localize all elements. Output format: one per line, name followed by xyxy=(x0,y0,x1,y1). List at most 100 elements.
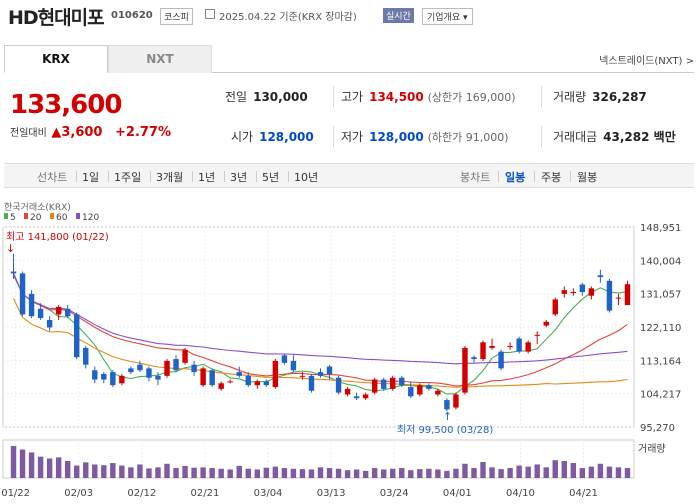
high-annotation: 최고 141,800 (01/22) xyxy=(6,231,109,243)
legend-label-60: 60 xyxy=(56,213,68,223)
candle-body xyxy=(227,381,233,383)
ma-line-120 xyxy=(13,274,628,365)
candle-body xyxy=(408,387,414,397)
high-arrow-icon: ↓ xyxy=(6,242,15,255)
candle-body xyxy=(101,373,107,380)
candle-body xyxy=(74,314,80,358)
x-tick-label: 03/24 xyxy=(380,488,409,499)
candle-body xyxy=(371,379,378,393)
candle-body xyxy=(570,292,577,294)
candle-body xyxy=(146,368,152,378)
candle-body xyxy=(155,375,161,380)
candle-body xyxy=(164,360,170,376)
candle-body xyxy=(399,377,405,386)
candle-body xyxy=(498,351,504,369)
candle-body xyxy=(380,379,387,389)
candle-body xyxy=(272,360,279,388)
candle-body xyxy=(353,396,360,399)
legend-swatch-120 xyxy=(76,213,80,219)
legend-swatch-20 xyxy=(24,213,28,219)
volume-bar xyxy=(92,464,98,478)
volume-bar xyxy=(371,468,378,478)
candle-body xyxy=(182,349,188,363)
volume-bar xyxy=(209,468,215,478)
candle-body xyxy=(335,377,342,393)
volume-bar xyxy=(128,467,134,478)
candle-body xyxy=(299,375,306,377)
volume-bar xyxy=(64,460,71,478)
candle-body xyxy=(290,360,297,371)
candle-body xyxy=(55,306,62,315)
volume-bar xyxy=(335,468,342,478)
volume-bar xyxy=(525,466,531,478)
volume-bar xyxy=(55,457,62,478)
candle-body xyxy=(218,383,224,389)
candle-body xyxy=(543,321,549,326)
candle-body xyxy=(426,385,432,389)
volume-bar xyxy=(453,468,459,478)
volume-bar xyxy=(408,470,414,478)
volume-bar xyxy=(624,468,631,478)
volume-bar xyxy=(543,467,549,478)
candle-body xyxy=(516,338,522,352)
volume-bar xyxy=(290,468,297,478)
volume-bar xyxy=(10,446,17,478)
y-tick-label: 148,951 xyxy=(640,223,681,234)
volume-bar xyxy=(146,468,152,478)
volume-bar xyxy=(46,458,53,478)
candle-body xyxy=(19,273,26,315)
volume-bar xyxy=(489,467,495,478)
volume-bar xyxy=(245,468,251,478)
x-tick-label: 04/01 xyxy=(443,488,472,499)
volume-bar xyxy=(173,468,179,478)
y-tick-label: 95,270 xyxy=(640,423,675,434)
candle-body xyxy=(92,370,98,380)
legend-swatch-5 xyxy=(4,213,8,219)
candle-body xyxy=(489,346,495,348)
volume-bar xyxy=(164,463,170,478)
volume-bar xyxy=(390,468,396,478)
volume-bar xyxy=(137,464,143,478)
candle-body xyxy=(254,381,261,386)
volume-bar xyxy=(101,465,107,478)
x-tick-label: 04/10 xyxy=(506,488,535,499)
volume-bar xyxy=(615,467,622,478)
low-arrow-icon: ↑ xyxy=(443,410,452,423)
y-tick-label: 104,217 xyxy=(640,390,681,401)
x-tick-label: 03/13 xyxy=(317,488,346,499)
volume-bar xyxy=(326,468,333,478)
volume-bar xyxy=(498,469,504,478)
x-tick-label: 02/12 xyxy=(127,488,156,499)
candle-body xyxy=(191,364,197,373)
volume-bar xyxy=(119,465,125,478)
volume-bar xyxy=(281,468,288,478)
candle-body xyxy=(64,308,71,317)
volume-bar xyxy=(606,466,613,478)
volume-bar xyxy=(362,470,369,478)
volume-bar xyxy=(353,469,360,478)
candle-body xyxy=(119,375,125,384)
candle-body xyxy=(83,347,89,365)
volume-bar xyxy=(507,468,513,478)
legend-swatch-60 xyxy=(50,213,54,219)
candle-body xyxy=(417,385,423,395)
volume-bar xyxy=(19,449,26,478)
volume-bar xyxy=(561,460,567,478)
candle-body xyxy=(317,372,324,376)
price-chart[interactable]: 한국거래소(KRX)5 20 60 120 148,951 140,004 131,057 1… xyxy=(0,0,699,504)
legend-label-5: 5 xyxy=(10,213,16,223)
chart-source-label: 한국거래소(KRX) xyxy=(4,202,71,213)
volume-bar xyxy=(480,462,486,478)
candle-body xyxy=(362,394,369,399)
candle-body xyxy=(37,308,44,319)
volume-bar xyxy=(462,463,468,478)
volume-bar xyxy=(399,468,405,478)
x-tick-label: 02/03 xyxy=(64,488,93,499)
volume-bar xyxy=(308,469,315,478)
volume-bar xyxy=(299,469,306,478)
candle-body xyxy=(552,299,558,315)
candle-body xyxy=(10,271,17,274)
candle-body xyxy=(462,347,468,393)
volume-bar xyxy=(236,465,242,478)
candle-body xyxy=(344,388,351,395)
